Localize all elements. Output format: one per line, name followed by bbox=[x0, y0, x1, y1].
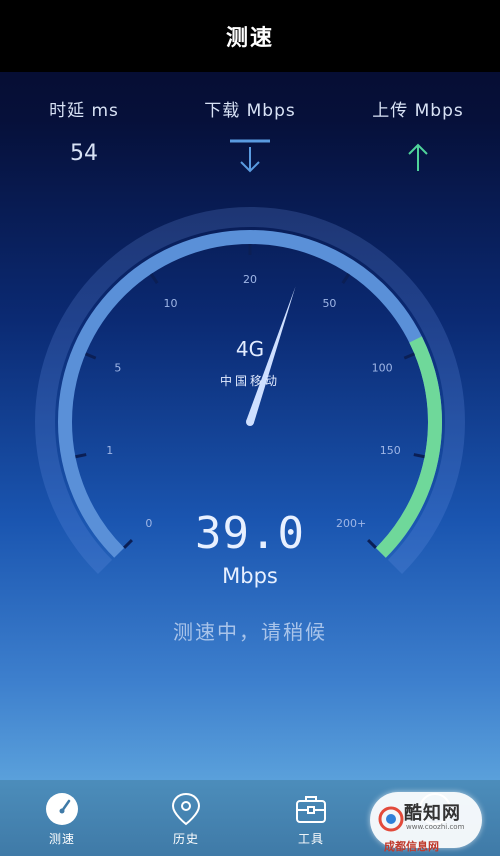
download-arrow-icon bbox=[230, 139, 270, 173]
nav-item-speedtest[interactable]: 测速 bbox=[17, 780, 107, 856]
gauge-tick bbox=[413, 453, 425, 459]
gauge-tick bbox=[75, 453, 87, 459]
page-title: 测速 bbox=[225, 26, 274, 51]
speed-value: 39.0 bbox=[195, 508, 305, 559]
gauge-tick-label: 20 bbox=[243, 273, 257, 286]
download-label: 下载 Mbps bbox=[204, 101, 296, 121]
gauge-tick-label: 50 bbox=[322, 297, 336, 310]
gauge-tick-label: 150 bbox=[380, 444, 401, 457]
speed-unit: Mbps bbox=[222, 564, 278, 588]
nav-item-history[interactable]: 历史 bbox=[141, 780, 231, 856]
upload-arrow-icon bbox=[408, 143, 428, 171]
watermark-title: 酷知网 bbox=[404, 803, 461, 824]
speedometer-icon bbox=[46, 793, 78, 825]
gauge-tick bbox=[149, 273, 159, 284]
status-message: 测速中，请稍候 bbox=[173, 620, 327, 644]
nav-item-tools[interactable]: 工具 bbox=[266, 780, 356, 856]
location-pin-icon bbox=[171, 792, 201, 826]
upload-label: 上传 Mbps bbox=[372, 101, 464, 121]
watermark-url: www.coozhi.com bbox=[406, 823, 465, 831]
latency-value: 54 bbox=[70, 141, 98, 166]
download-stat: 下载 Mbps bbox=[180, 96, 320, 175]
upload-stat: 上传 Mbps bbox=[348, 96, 488, 175]
latency-stat: 时延 ms 54 bbox=[14, 96, 154, 166]
watermark-footer: 成都信息网 bbox=[384, 840, 439, 853]
nav-label-speedtest: 测速 bbox=[48, 832, 75, 846]
gauge-tick bbox=[341, 273, 351, 284]
nav-label-history: 历史 bbox=[172, 832, 199, 846]
gauge-needle-hub bbox=[246, 418, 254, 426]
nav-label-tools: 工具 bbox=[297, 832, 324, 846]
title-bar: 测速 bbox=[0, 0, 500, 72]
carrier-name: 中国移动 bbox=[219, 374, 280, 388]
gauge-tick-label: 10 bbox=[164, 297, 178, 310]
network-type: 4G bbox=[235, 337, 265, 361]
toolbox-icon bbox=[296, 796, 326, 823]
latency-label: 时延 ms bbox=[49, 101, 119, 121]
gauge-tick-label: 1 bbox=[106, 444, 113, 457]
speedtest-screen: 测速 时延 ms 54 下载 Mbps 上传 Mbps 0 1 5 10 20 50 100… bbox=[0, 0, 500, 856]
watermark-logo-icon bbox=[378, 806, 404, 832]
